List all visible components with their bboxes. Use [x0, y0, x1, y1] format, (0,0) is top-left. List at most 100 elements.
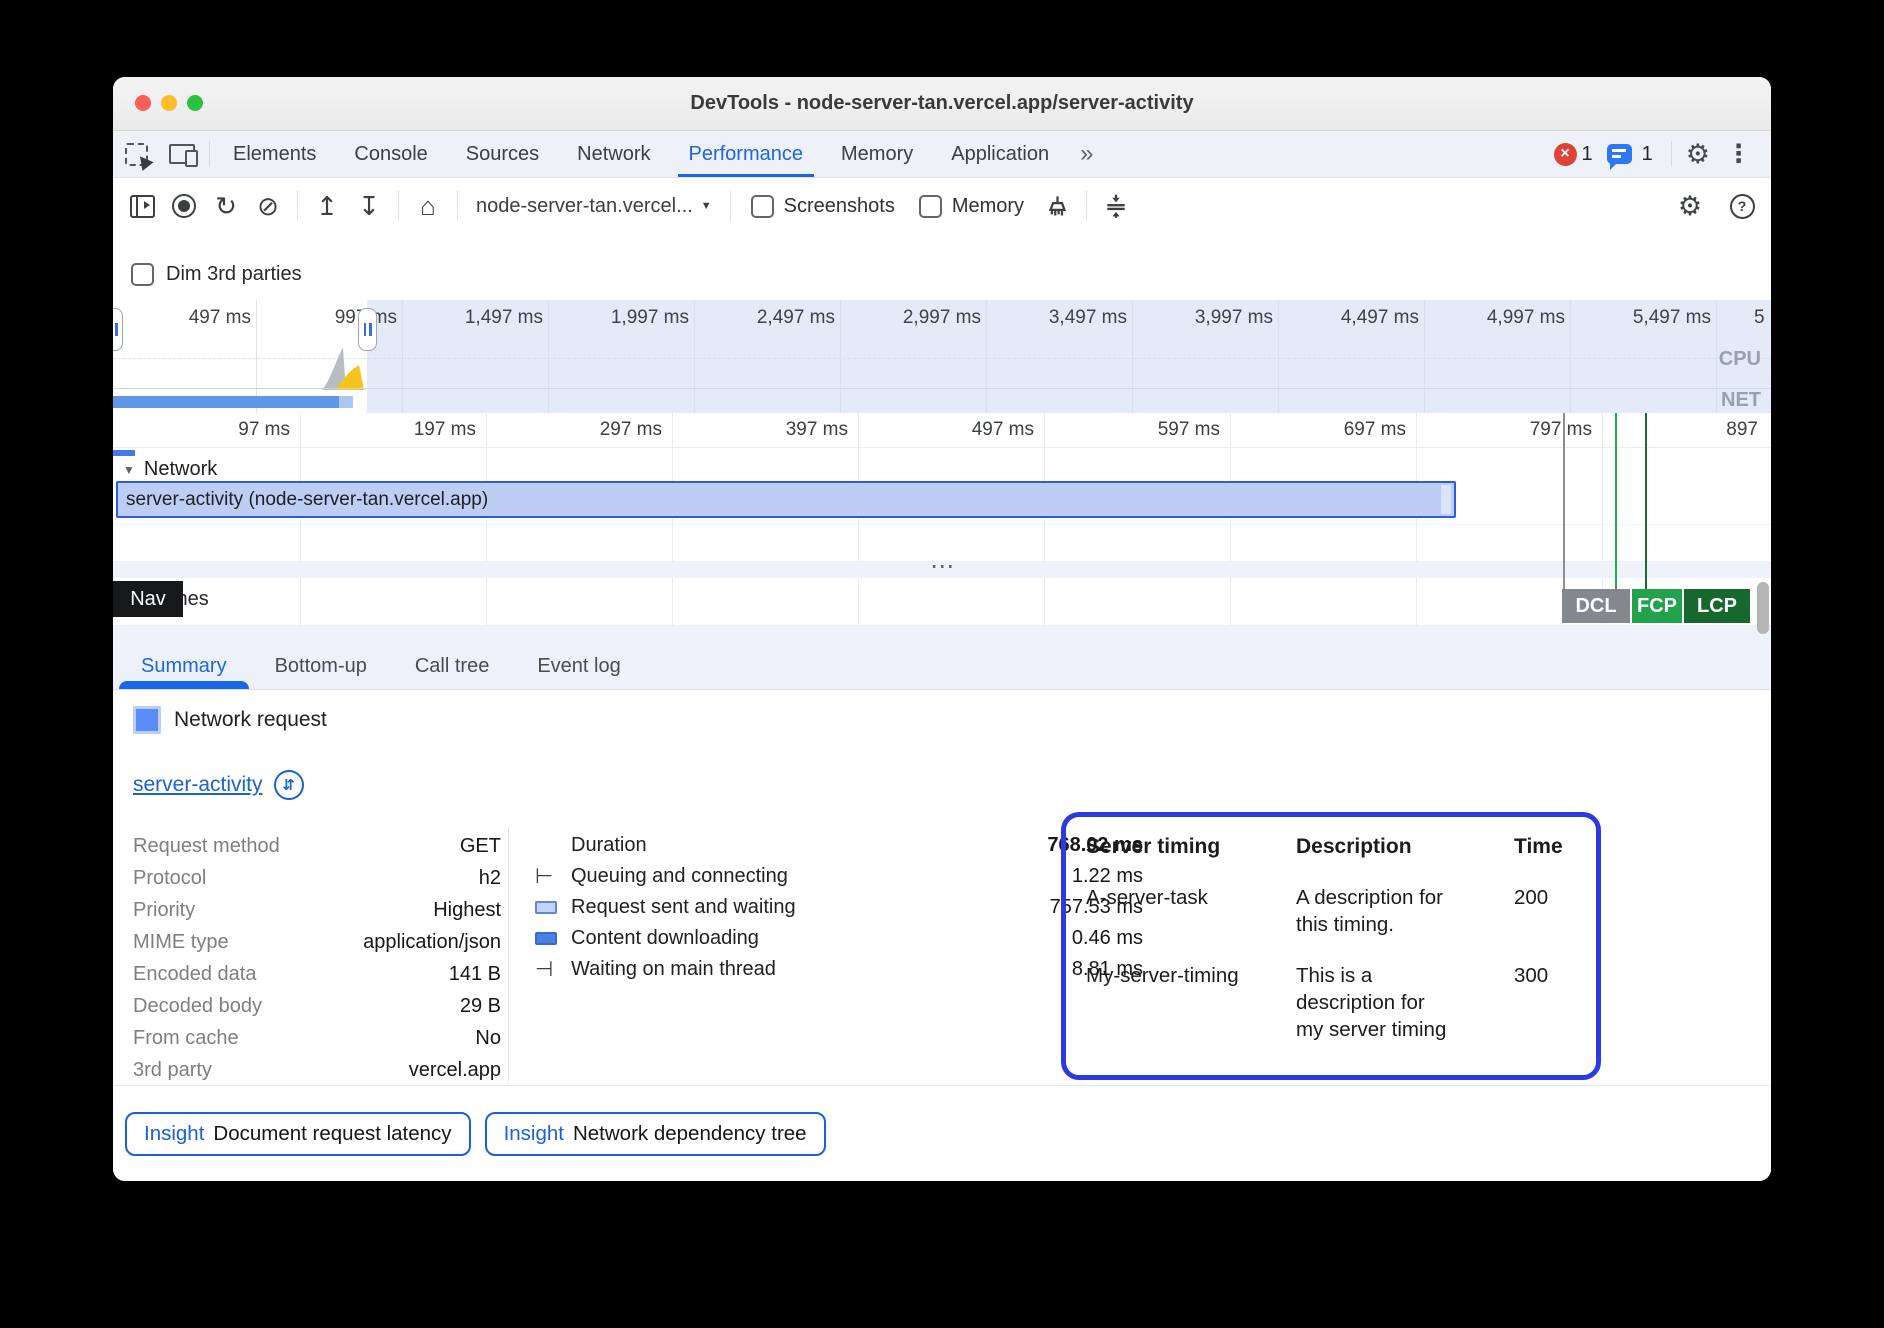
- live-metrics-home-button[interactable]: ⌂: [407, 185, 449, 227]
- overview-tick: 997 ms: [256, 307, 402, 331]
- track-separator-band: [113, 626, 1771, 643]
- kebab-menu-icon[interactable]: ⋮: [1720, 139, 1757, 169]
- load-profile-button[interactable]: ↥: [306, 185, 348, 227]
- insight-document-request-latency[interactable]: Insight Document request latency: [125, 1112, 471, 1156]
- record-and-reload-button[interactable]: ↻: [205, 185, 247, 227]
- save-profile-button[interactable]: ↧: [348, 185, 390, 227]
- tab-bottom-up[interactable]: Bottom-up: [251, 643, 391, 689]
- server-timing-description: This is a description for my server timi…: [1296, 962, 1504, 1043]
- dim-third-parties-checkbox[interactable]: [131, 263, 154, 286]
- ruler-tick: 697 ms: [1256, 419, 1406, 441]
- ruler-tick: 397 ms: [698, 419, 848, 441]
- server-timing-name: A-server-task: [1086, 884, 1286, 938]
- selection-handle-right[interactable]: [358, 308, 377, 351]
- toggle-device-toolbar-button[interactable]: [159, 131, 205, 177]
- separator: [297, 191, 298, 221]
- fcp-marker-badge[interactable]: FCP: [1632, 589, 1682, 623]
- tab-sources[interactable]: Sources: [447, 131, 558, 177]
- tab-memory[interactable]: Memory: [822, 131, 932, 177]
- timing-row: ⊢ Queuing and connecting 1.22 ms: [535, 861, 1143, 892]
- minimize-window-button[interactable]: [161, 95, 177, 111]
- request-sent-swatch-icon: [535, 901, 571, 914]
- tab-summary[interactable]: Summary: [117, 643, 251, 689]
- network-overview-bar-tail: [339, 396, 353, 408]
- scrollbar-thumb[interactable]: [1757, 582, 1769, 634]
- collapse-triangle-icon: ▼: [123, 463, 135, 477]
- zoom-window-button[interactable]: [187, 95, 203, 111]
- record-button[interactable]: [163, 185, 205, 227]
- overview-tick-partial: 5: [1754, 307, 1765, 329]
- lcp-marker-badge[interactable]: LCP: [1684, 589, 1750, 623]
- tab-network[interactable]: Network: [558, 131, 669, 177]
- timeline-tracks[interactable]: ▼ Network server-activity (node-server-t…: [113, 448, 1771, 643]
- more-tabs-button[interactable]: »: [1068, 131, 1105, 177]
- performance-toolbar: ↻ ⊘ ↥ ↧ ⌂ node-server-tan.vercel... ▼ Sc…: [113, 178, 1771, 234]
- garbage-collect-button[interactable]: [1036, 185, 1078, 227]
- details-tab-bar: Summary Bottom-up Call tree Event log: [113, 643, 1771, 690]
- inspect-element-button[interactable]: [113, 131, 159, 177]
- screenshots-checkbox[interactable]: [751, 195, 774, 218]
- network-request-bar[interactable]: server-activity (node-server-tan.vercel.…: [116, 481, 1456, 518]
- timeline-overview[interactable]: 497 ms 997 ms 1,497 ms 1,997 ms 2,497 ms…: [113, 300, 1771, 414]
- help-icon: ?: [1730, 194, 1755, 219]
- tab-application[interactable]: Application: [932, 131, 1068, 177]
- overview-tick: 2,497 ms: [694, 307, 840, 331]
- overview-tick: 1,997 ms: [548, 307, 694, 331]
- ruler-tick: 97 ms: [140, 419, 290, 441]
- network-track-title: Network: [144, 458, 217, 481]
- issues-badge[interactable]: 1: [1607, 143, 1653, 166]
- history-dropdown[interactable]: node-server-tan.vercel... ▼: [466, 195, 722, 218]
- memory-checkbox-row[interactable]: Memory: [907, 195, 1036, 218]
- network-track-header[interactable]: ▼ Network: [123, 458, 217, 481]
- timing-row: Request sent and waiting 757.53 ms: [535, 892, 1143, 923]
- nav-marker-badge: Nav: [113, 581, 183, 617]
- dim-third-parties-row: Dim 3rd parties: [113, 234, 1771, 300]
- overview-tick: 4,997 ms: [1424, 307, 1570, 331]
- request-link[interactable]: server-activity: [133, 773, 263, 797]
- tab-elements[interactable]: Elements: [214, 131, 335, 177]
- more-tracks-ellipsis-icon[interactable]: ⋯: [113, 558, 1771, 576]
- main-thread-whisker-icon: ⊣: [535, 957, 571, 982]
- separator: [457, 191, 458, 221]
- tab-call-tree[interactable]: Call tree: [391, 643, 513, 689]
- column-divider: [508, 828, 509, 1082]
- detail-row: From cacheNo: [133, 1022, 501, 1054]
- memory-checkbox[interactable]: [919, 195, 942, 218]
- reveal-in-network-icon[interactable]: ⇵: [274, 770, 304, 800]
- history-dropdown-value: node-server-tan.vercel...: [476, 195, 693, 218]
- inspect-cursor-icon: [125, 143, 148, 166]
- selection-handle-left[interactable]: [113, 308, 123, 351]
- settings-gear-icon[interactable]: ⚙: [1676, 139, 1720, 170]
- section-divider: [113, 1085, 1771, 1086]
- clear-recording-button[interactable]: ⊘: [247, 185, 289, 227]
- description-header: Description: [1296, 833, 1504, 860]
- close-window-button[interactable]: [135, 95, 151, 111]
- record-icon: [172, 194, 196, 218]
- timing-row: Content downloading 0.46 ms: [535, 923, 1143, 954]
- separator: [730, 191, 731, 221]
- toggle-sidebar-button[interactable]: [121, 185, 163, 227]
- separator: [1671, 141, 1672, 167]
- cpu-lane-label: CPU: [1719, 348, 1761, 371]
- separator: [1086, 191, 1087, 221]
- detail-row: MIME typeapplication/json: [133, 926, 501, 958]
- dim-third-parties-label: Dim 3rd parties: [166, 263, 302, 286]
- overview-tick: 1,497 ms: [402, 307, 548, 331]
- help-button[interactable]: ?: [1721, 185, 1763, 227]
- collapse-sections-button[interactable]: [1095, 185, 1137, 227]
- tab-console[interactable]: Console: [335, 131, 446, 177]
- sidebar-panel-icon: [130, 195, 155, 218]
- dcl-marker-badge[interactable]: DCL: [1562, 589, 1630, 623]
- ruler-tick: 297 ms: [512, 419, 662, 441]
- server-timing-time: 300: [1514, 962, 1576, 1043]
- console-errors-badge[interactable]: × 1: [1554, 143, 1593, 166]
- broom-icon: [1044, 193, 1071, 220]
- ruler-tick: 497 ms: [884, 419, 1034, 441]
- tab-event-log[interactable]: Event log: [513, 643, 644, 689]
- screenshots-checkbox-row[interactable]: Screenshots: [739, 195, 907, 218]
- insight-network-dependency-tree[interactable]: Insight Network dependency tree: [485, 1112, 826, 1156]
- capture-settings-gear-icon[interactable]: ⚙: [1659, 185, 1721, 227]
- server-timing-name: My-server-timing: [1086, 962, 1286, 1043]
- net-lane-label: NET: [1721, 389, 1761, 412]
- tab-performance[interactable]: Performance: [670, 131, 823, 177]
